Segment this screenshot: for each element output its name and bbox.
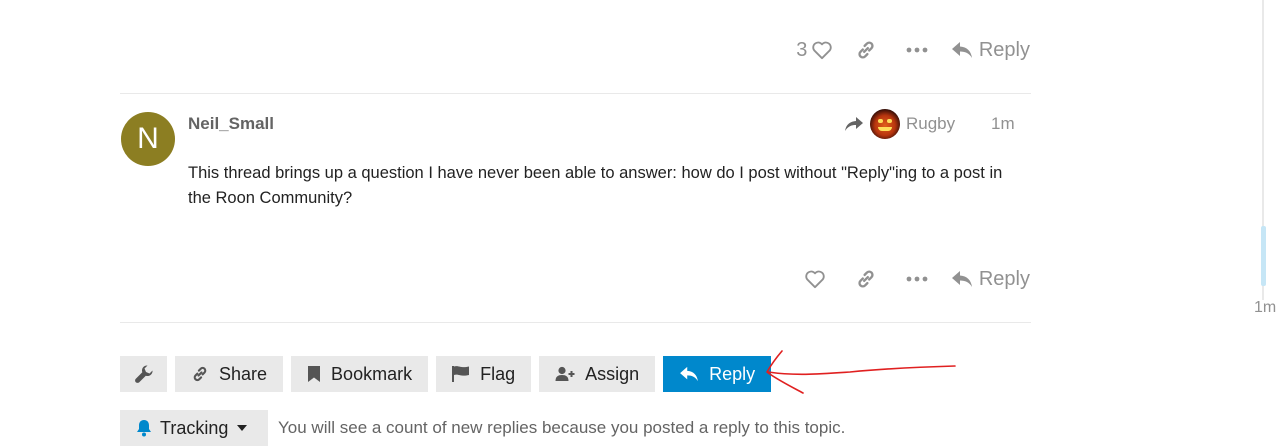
flag-label: Flag — [480, 363, 516, 384]
post-actions: Reply — [740, 259, 1030, 299]
admin-menu-button[interactable] — [120, 356, 167, 392]
bookmark-icon — [307, 365, 321, 383]
link-icon — [855, 39, 877, 61]
caret-down-icon — [236, 424, 248, 432]
ellipsis-icon — [906, 47, 928, 53]
avatar-letter: N — [137, 122, 159, 155]
username[interactable]: Neil_Small — [188, 114, 274, 134]
copy-link-button[interactable] — [843, 30, 889, 70]
topic-reply-button[interactable]: Reply — [663, 356, 772, 392]
post-body: This thread brings up a question I have … — [188, 164, 1003, 207]
notifications-row: Tracking You will see a count of new rep… — [120, 410, 845, 446]
more-actions-button[interactable] — [889, 30, 945, 70]
link-icon — [191, 365, 209, 383]
share-label: Share — [219, 363, 268, 384]
timeline-scroll-handle[interactable] — [1261, 226, 1266, 286]
assign-label: Assign — [585, 363, 640, 384]
link-icon — [855, 268, 877, 290]
share-arrow-icon — [844, 116, 864, 132]
timeline-date: 1m — [1254, 299, 1277, 316]
bookmark-label: Bookmark — [331, 363, 413, 384]
heart-icon — [811, 40, 833, 60]
reply-arrow-icon — [679, 366, 699, 382]
reply-to-username: Rugby — [906, 114, 956, 133]
reply-label: Reply — [978, 38, 1030, 61]
reply-arrow-icon — [951, 41, 973, 59]
more-actions-button[interactable] — [889, 259, 945, 299]
reply-label: Reply — [978, 267, 1030, 290]
topic-reply-label: Reply — [709, 363, 756, 384]
flag-icon — [452, 365, 470, 383]
bell-icon — [136, 419, 152, 437]
previous-post-actions: 3 Reply — [740, 30, 1030, 70]
like-button[interactable] — [787, 259, 843, 299]
reply-arrow-icon — [951, 270, 973, 288]
flag-button[interactable]: Flag — [436, 356, 532, 392]
notification-level-label: Tracking — [160, 417, 229, 438]
post-reply-button[interactable]: Reply — [945, 30, 1030, 70]
topic-footer-divider — [120, 322, 1031, 323]
like-count: 3 — [796, 38, 808, 61]
reply-to-avatar — [870, 109, 900, 139]
avatar[interactable]: N — [121, 112, 175, 166]
ellipsis-icon — [906, 276, 928, 282]
topic-footer-buttons: Share Bookmark Flag Assign Reply — [120, 356, 772, 392]
copy-link-button[interactable] — [843, 259, 889, 299]
annotation-arrow — [760, 345, 960, 402]
bookmark-button[interactable]: Bookmark — [291, 356, 429, 392]
heart-icon — [804, 269, 826, 289]
notification-level-button[interactable]: Tracking — [120, 410, 268, 446]
post-divider — [120, 93, 1031, 94]
assign-button[interactable]: Assign — [539, 356, 656, 392]
post-date[interactable]: 1m — [991, 114, 1015, 134]
like-button[interactable]: 3 — [787, 30, 843, 70]
share-button[interactable]: Share — [175, 356, 284, 392]
post-reply-button[interactable]: Reply — [945, 259, 1030, 299]
user-plus-icon — [555, 366, 575, 382]
reply-to-tab[interactable]: Rugby — [844, 108, 955, 140]
wrench-icon — [134, 364, 154, 384]
